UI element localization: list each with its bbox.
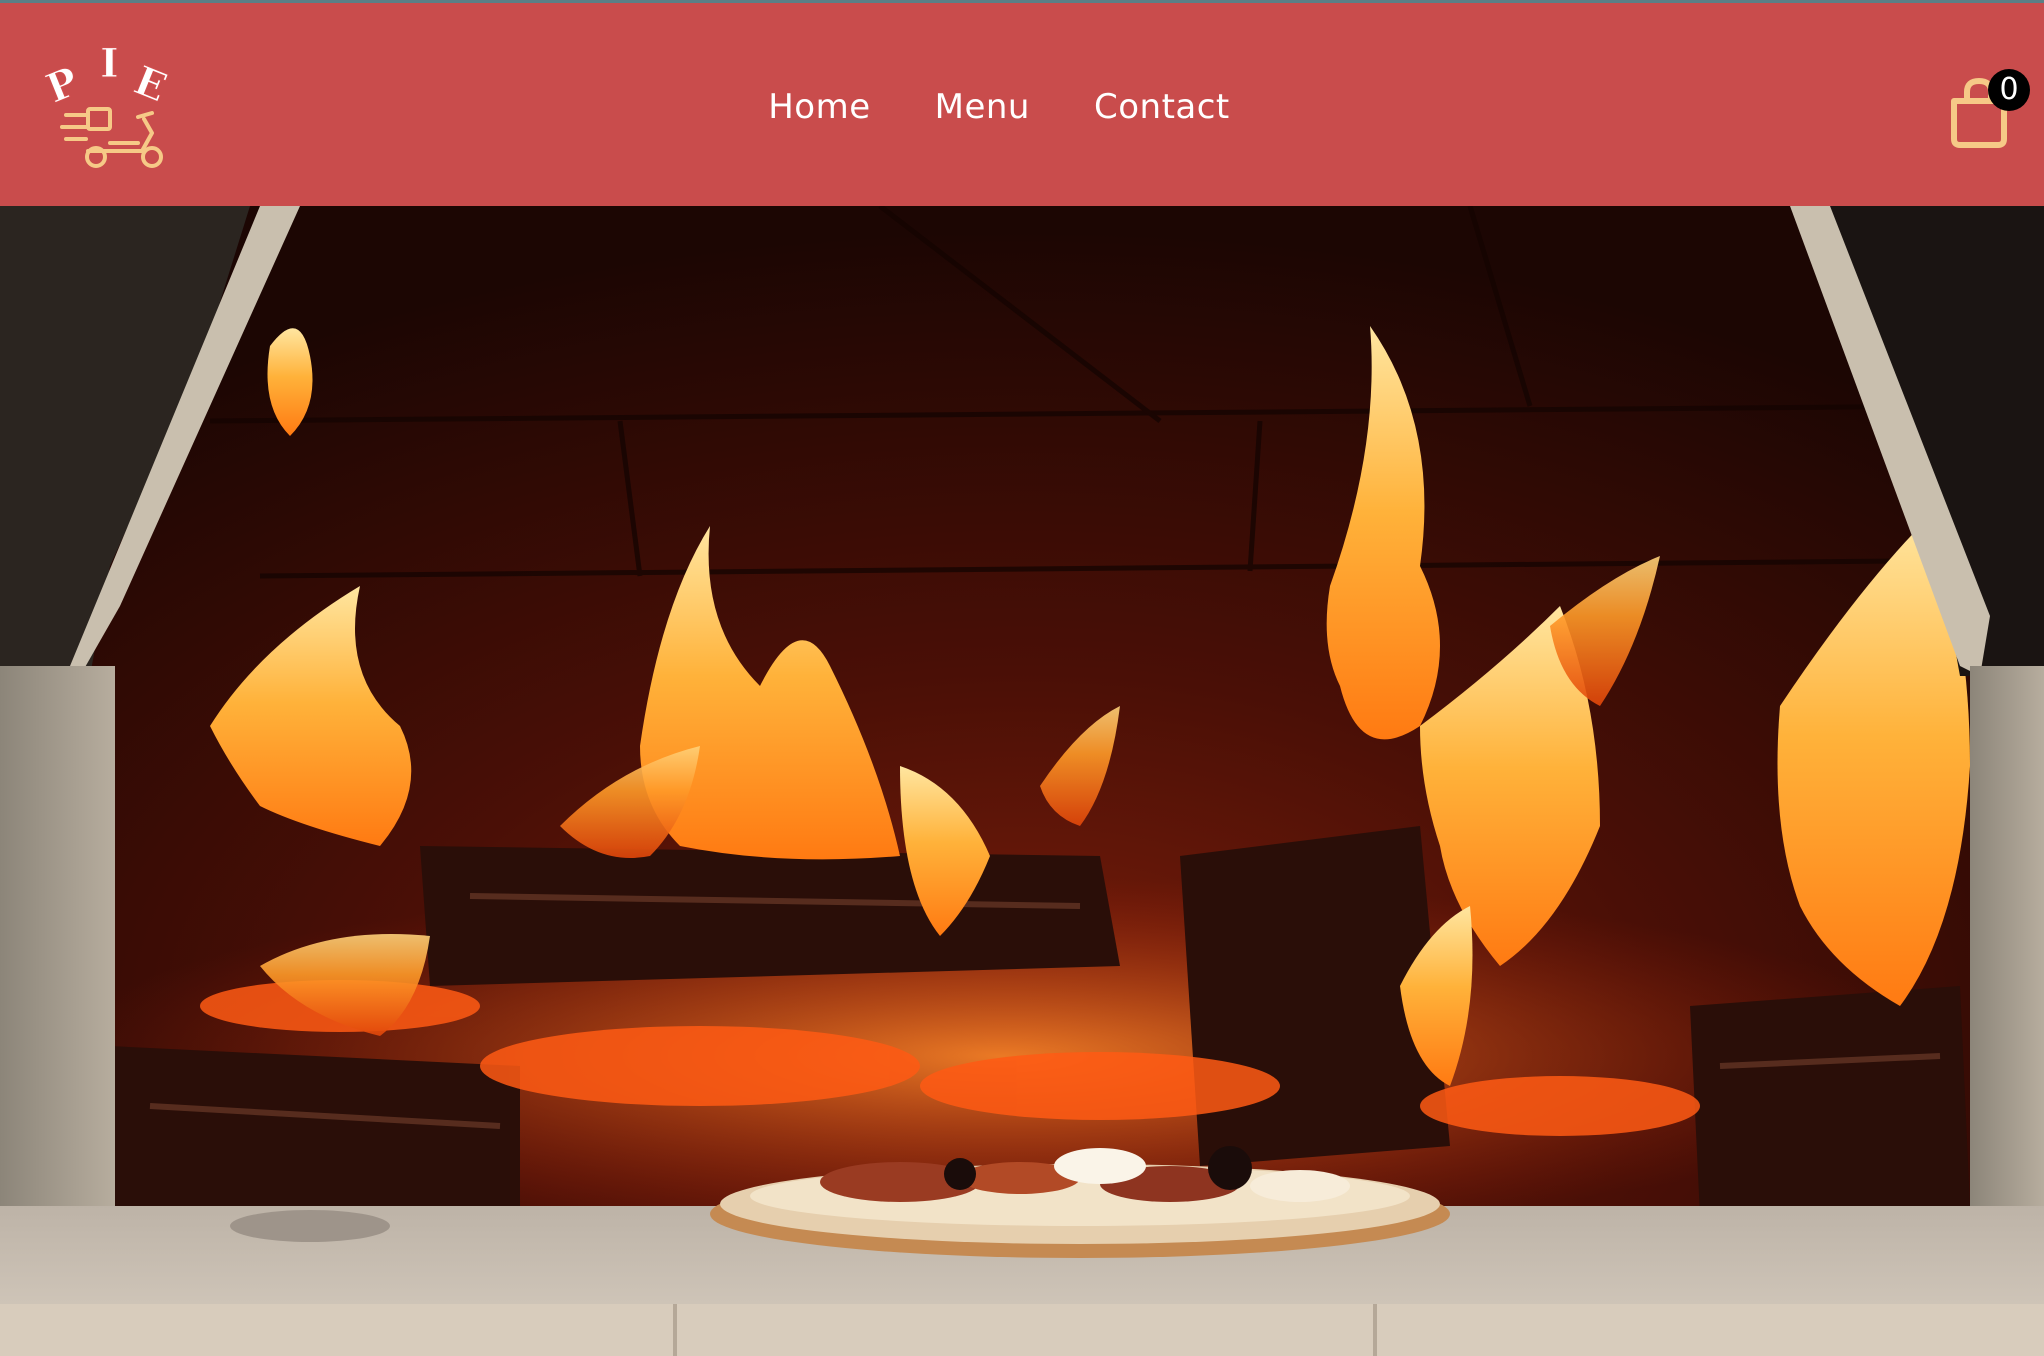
main-nav: Home Menu Contact xyxy=(0,81,2044,133)
nav-menu-link[interactable]: Menu xyxy=(935,81,1030,133)
oven-fire-illustration xyxy=(0,206,2044,1356)
site-header: P I E Home Menu Contact 0 xyxy=(0,0,2044,206)
hero-oven-image xyxy=(0,206,2044,1356)
cart-count-badge: 0 xyxy=(1988,69,2030,111)
nav-contact-link[interactable]: Contact xyxy=(1094,81,1230,133)
page: P I E Home Menu Contact 0 xyxy=(0,0,2044,1356)
cart-button[interactable]: 0 xyxy=(1944,67,2030,151)
nav-home-link[interactable]: Home xyxy=(768,81,870,133)
